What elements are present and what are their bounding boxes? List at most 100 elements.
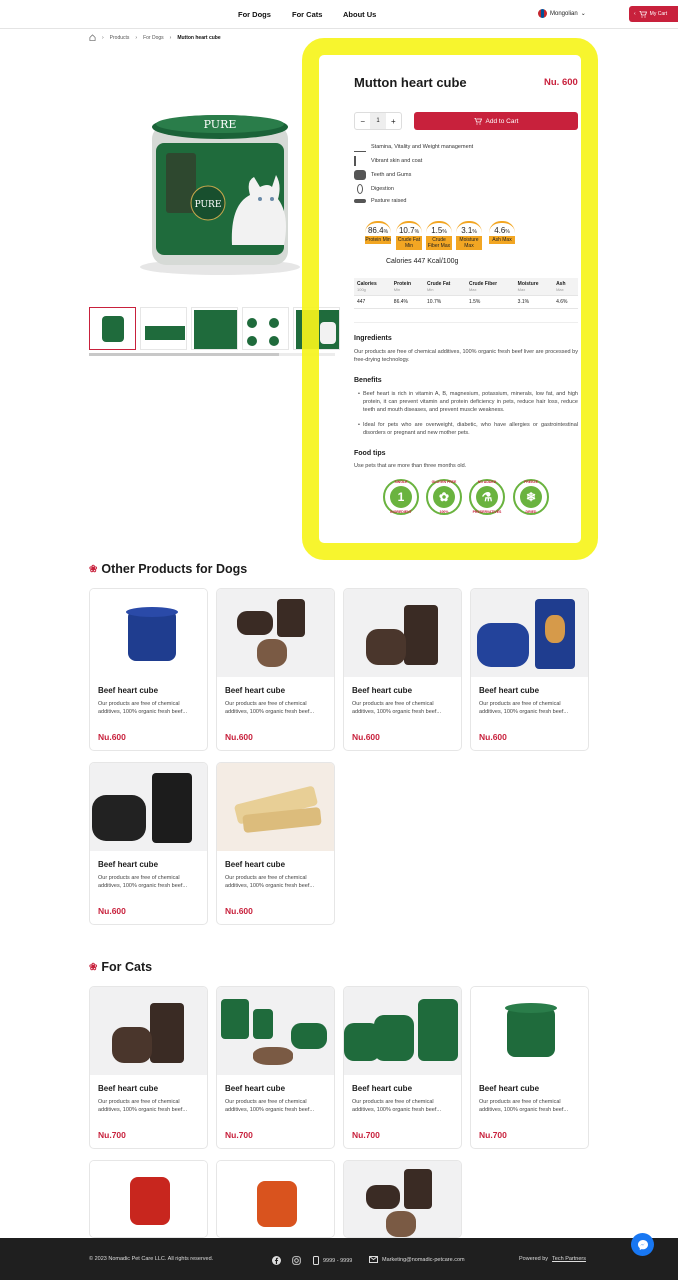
product-name[interactable]: Beef heart cube — [98, 686, 158, 695]
product-price: Nu.600 — [225, 906, 253, 916]
nav-for-cats[interactable]: For Cats — [292, 10, 322, 19]
product-price: Nu.600 — [98, 906, 126, 916]
product-card[interactable]: Beef heart cube Our products are free of… — [89, 762, 208, 925]
product-description: Our products are free of chemical additi… — [479, 1099, 568, 1113]
product-image — [217, 1161, 334, 1237]
brand-logo-text: PURE — [195, 200, 222, 210]
product-image — [90, 1161, 207, 1237]
product-price: Nu.600 — [479, 732, 507, 742]
product-image — [217, 987, 334, 1075]
product-image — [344, 987, 461, 1075]
language-selector[interactable]: Mongolian ⌄ — [538, 9, 586, 18]
product-name[interactable]: Beef heart cube — [479, 686, 539, 695]
paw-icon: ❀ — [89, 961, 98, 973]
breadcrumb-current: Mutton heart cube — [177, 34, 221, 41]
breadcrumb-for-dogs[interactable]: For Dogs — [143, 35, 164, 41]
product-image — [90, 763, 207, 851]
home-icon[interactable] — [89, 34, 96, 41]
product-card[interactable]: Beef heart cube Our products are free of… — [343, 588, 462, 751]
phone-contact[interactable]: 9999 - 9999 — [313, 1256, 352, 1265]
product-image — [471, 589, 588, 677]
copyright-text: © 2023 Nomadic Pet Care LLC. All rights … — [89, 1256, 214, 1262]
thumbnail-scrollbar[interactable] — [89, 353, 335, 356]
product-card[interactable] — [89, 1160, 208, 1238]
highlight-annotation — [302, 38, 598, 560]
product-description: Our products are free of chemical additi… — [352, 1099, 441, 1113]
product-name[interactable]: Beef heart cube — [352, 686, 412, 695]
thumbnail[interactable] — [89, 307, 136, 350]
product-description: Our products are free of chemical additi… — [98, 1099, 187, 1113]
product-price: Nu.700 — [225, 1130, 253, 1140]
thumbnail[interactable] — [140, 307, 187, 350]
product-card[interactable]: Beef heart cube Our products are free of… — [216, 986, 335, 1149]
facebook-icon[interactable] — [272, 1256, 281, 1265]
product-name[interactable]: Beef heart cube — [352, 1084, 412, 1093]
section-heading-cats: ❀ For Cats — [89, 960, 153, 974]
product-card[interactable]: Beef heart cube Our products are free of… — [343, 986, 462, 1149]
product-main-image: PURE PURE — [140, 115, 300, 275]
section-heading-dogs: ❀ Other Products for Dogs — [89, 562, 248, 576]
product-image — [217, 763, 334, 851]
product-card[interactable] — [216, 1160, 335, 1238]
chevron-right-icon: › — [102, 34, 104, 41]
product-card[interactable]: Beef heart cube Our products are free of… — [89, 986, 208, 1149]
mail-icon — [369, 1256, 378, 1263]
breadcrumb-products[interactable]: Products — [110, 35, 130, 41]
product-card[interactable]: Beef heart cube Our products are free of… — [470, 588, 589, 751]
product-description: Our products are free of chemical additi… — [98, 701, 187, 715]
product-card[interactable]: Beef heart cube Our products are free of… — [216, 588, 335, 751]
product-price: Nu.700 — [352, 1130, 380, 1140]
product-name[interactable]: Beef heart cube — [225, 1084, 285, 1093]
product-card[interactable]: Beef heart cube Our products are free of… — [216, 762, 335, 925]
product-description: Our products are free of chemical additi… — [352, 701, 441, 715]
messenger-chat-button[interactable] — [631, 1233, 654, 1256]
instagram-icon[interactable] — [292, 1256, 301, 1265]
chevron-left-icon: ‹ — [634, 11, 636, 17]
nav-about-us[interactable]: About Us — [343, 10, 376, 19]
product-image — [217, 589, 334, 677]
tech-partners-link[interactable]: Tech Partners — [552, 1256, 586, 1262]
product-card[interactable]: Beef heart cube Our products are free of… — [470, 986, 589, 1149]
product-card[interactable]: Beef heart cube Our products are free of… — [89, 588, 208, 751]
product-name[interactable]: Beef heart cube — [98, 1084, 158, 1093]
product-name[interactable]: Beef heart cube — [225, 686, 285, 695]
email-contact[interactable]: Marketing@nomadic-petcare.com — [369, 1256, 465, 1263]
paw-icon: ❀ — [89, 563, 98, 575]
product-price: Nu.700 — [98, 1130, 126, 1140]
product-description: Our products are free of chemical additi… — [98, 875, 187, 889]
product-image — [90, 987, 207, 1075]
powered-by: Powered by Tech Partners — [519, 1256, 586, 1262]
flag-icon — [538, 9, 547, 18]
product-name[interactable]: Beef heart cube — [98, 860, 158, 869]
breadcrumb: › Products › For Dogs › Mutton heart cub… — [89, 34, 221, 41]
product-image — [471, 987, 588, 1075]
my-cart-button[interactable]: ‹ My Cart — [629, 6, 678, 22]
product-image — [344, 1161, 461, 1237]
phone-icon — [313, 1256, 319, 1265]
product-description: Our products are free of chemical additi… — [479, 701, 568, 715]
top-nav: For Dogs For Cats About Us Mongolian ⌄ ‹… — [0, 0, 678, 29]
brand-logo-text: PURE — [204, 118, 237, 131]
product-name[interactable]: Beef heart cube — [225, 860, 285, 869]
footer: © 2023 Nomadic Pet Care LLC. All rights … — [0, 1238, 678, 1280]
product-price: Nu.700 — [479, 1130, 507, 1140]
language-label: Mongolian — [550, 10, 578, 17]
product-image — [90, 589, 207, 677]
cart-icon — [638, 10, 647, 18]
product-price: Nu.600 — [98, 732, 126, 742]
product-name[interactable]: Beef heart cube — [479, 1084, 539, 1093]
nav-for-dogs[interactable]: For Dogs — [238, 10, 271, 19]
product-price: Nu.600 — [225, 732, 253, 742]
my-cart-label: My Cart — [649, 11, 668, 17]
chevron-down-icon: ⌄ — [580, 11, 586, 17]
product-card[interactable] — [343, 1160, 462, 1238]
thumbnail[interactable] — [242, 307, 289, 350]
chevron-right-icon: › — [169, 34, 172, 41]
chevron-right-icon: › — [135, 34, 138, 41]
product-description: Our products are free of chemical additi… — [225, 875, 314, 889]
product-description: Our products are free of chemical additi… — [225, 701, 314, 715]
thumbnail[interactable] — [191, 307, 238, 350]
messenger-icon — [637, 1239, 648, 1250]
product-description: Our products are free of chemical additi… — [225, 1099, 314, 1113]
product-image — [344, 589, 461, 677]
